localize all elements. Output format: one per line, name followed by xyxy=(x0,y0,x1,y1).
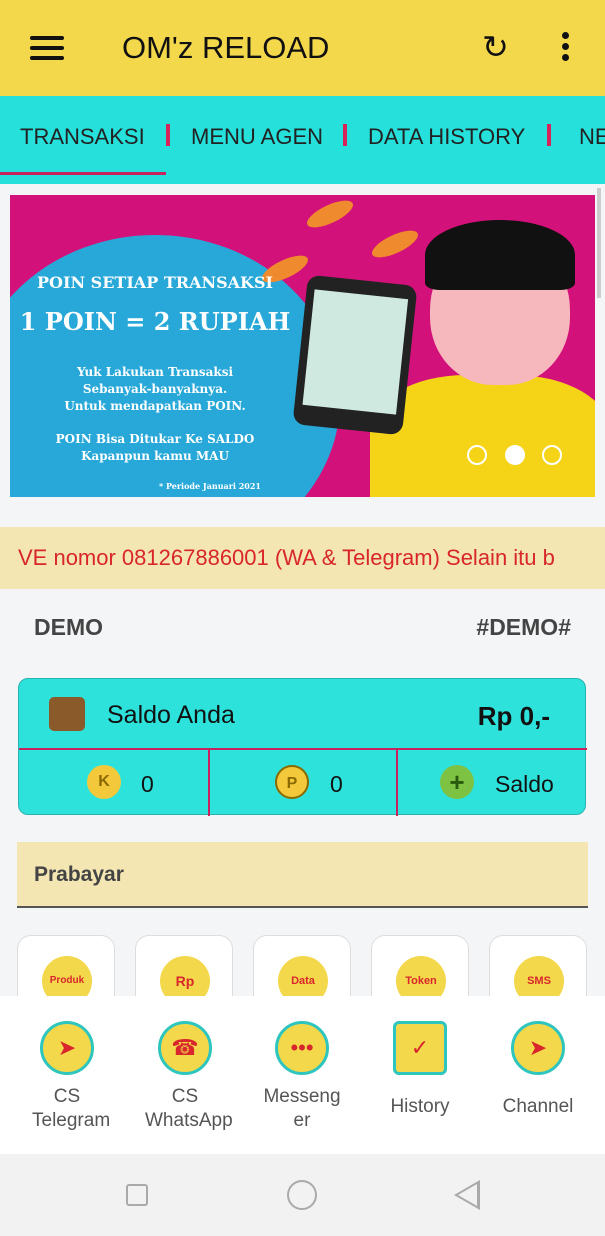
banner-footnote: * Periode Januari 2021 xyxy=(158,481,261,491)
banner-headline: POIN SETIAP TRANSAKSI xyxy=(37,273,273,292)
tab-next[interactable]: NE xyxy=(579,124,605,150)
nav-label: CS WhatsApp xyxy=(145,1086,233,1131)
coin-image xyxy=(303,195,357,233)
banner-subheadline: 1 POIN = 2 RUPIAH xyxy=(19,307,291,336)
character-image xyxy=(425,220,575,290)
promo-banner[interactable]: POIN SETIAP TRANSAKSI 1 POIN = 2 RUPIAH … xyxy=(10,195,595,497)
account-name: DEMO xyxy=(34,614,103,640)
slide-dot[interactable] xyxy=(467,445,487,465)
nav-label: CS Telegram xyxy=(32,1086,111,1131)
komisi-value: 0 xyxy=(141,771,154,797)
balance-label: Saldo Anda xyxy=(107,701,235,729)
banner-text: Kapanpun kamu MAU xyxy=(81,449,229,463)
divider xyxy=(208,750,210,816)
divider xyxy=(19,748,587,750)
tab-divider xyxy=(547,124,551,146)
channel-icon: ➤ xyxy=(511,1021,565,1075)
home-icon[interactable] xyxy=(287,1180,317,1210)
system-nav-bar xyxy=(0,1154,605,1236)
telegram-icon: ➤ xyxy=(40,1021,94,1075)
slide-dot[interactable] xyxy=(542,445,562,465)
marquee-ticker: VE nomor 081267886001 (WA & Telegram) Se… xyxy=(0,527,605,589)
add-saldo-button[interactable]: Saldo xyxy=(495,771,554,798)
banner-text: Sebanyak-banyaknya. xyxy=(82,382,228,396)
poin-coin-icon[interactable]: P xyxy=(275,765,309,799)
tab-menu-agen[interactable]: MENU AGEN xyxy=(191,124,323,150)
banner-text: POIN Bisa Ditukar Ke SALDO xyxy=(55,432,255,446)
recents-icon[interactable] xyxy=(126,1184,148,1206)
back-icon[interactable] xyxy=(454,1180,480,1210)
wallet-icon xyxy=(49,697,85,731)
coin-image xyxy=(368,225,422,263)
divider xyxy=(396,750,398,816)
nav-channel[interactable]: ➤ Channel xyxy=(488,1021,588,1119)
app-title: OM'z RELOAD xyxy=(122,30,330,65)
hamburger-icon[interactable] xyxy=(30,36,64,66)
tab-transaksi[interactable]: TRANSAKSI xyxy=(20,124,145,150)
nav-cs-telegram[interactable]: ➤ CS Telegram xyxy=(17,1021,117,1133)
scrollbar[interactable] xyxy=(597,188,601,298)
chat-icon: ••• xyxy=(275,1021,329,1075)
nav-label: Channel xyxy=(502,1096,574,1117)
balance-card: Saldo Anda Rp 0,- K 0 P 0 + Saldo xyxy=(18,678,587,816)
nav-cs-whatsapp[interactable]: ☎ CS WhatsApp xyxy=(135,1021,235,1133)
komisi-bag-icon[interactable]: K xyxy=(87,765,121,799)
refresh-icon[interactable]: ↻ xyxy=(482,28,509,66)
phone-image xyxy=(292,274,418,436)
banner-text: Untuk mendapatkan POIN. xyxy=(64,399,246,413)
banner-text: Yuk Lakukan Transaksi xyxy=(76,365,234,379)
nav-label: Messenger xyxy=(263,1086,341,1131)
section-header: Prabayar xyxy=(17,842,588,908)
tab-data-history[interactable]: DATA HISTORY xyxy=(368,124,525,150)
nav-messenger[interactable]: ••• Messenger xyxy=(252,1021,352,1133)
poin-value: 0 xyxy=(330,771,343,797)
bottom-navigation: ➤ CS Telegram ☎ CS WhatsApp ••• Messenger ✓… xyxy=(0,996,605,1154)
balance-value: Rp 0,- xyxy=(477,701,550,731)
active-tab-indicator xyxy=(0,172,166,175)
more-vert-icon[interactable] xyxy=(562,32,572,65)
slide-dot-active[interactable] xyxy=(505,445,525,465)
nav-label: History xyxy=(390,1096,450,1117)
document-check-icon: ✓ xyxy=(393,1021,447,1075)
tab-bar: TRANSAKSI MENU AGEN DATA HISTORY NE xyxy=(0,96,605,184)
whatsapp-icon: ☎ xyxy=(158,1021,212,1075)
add-saldo-icon[interactable]: + xyxy=(440,765,474,799)
nav-history[interactable]: ✓ History xyxy=(370,1021,470,1119)
account-code: #DEMO# xyxy=(476,614,571,640)
app-bar: OM'z RELOAD ↻ xyxy=(0,0,605,96)
tab-divider xyxy=(166,124,170,146)
tab-divider xyxy=(343,124,347,146)
